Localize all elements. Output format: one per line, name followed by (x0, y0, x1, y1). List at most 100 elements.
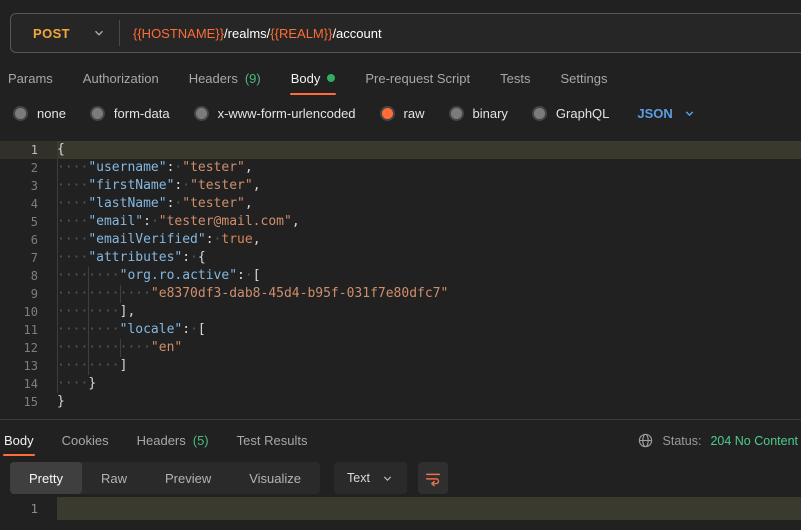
tab-label: Settings (560, 71, 607, 86)
request-tabs: Params Authorization Headers(9) Body Pre… (0, 60, 801, 96)
line-number: 9 (0, 285, 57, 303)
view-visualize[interactable]: Visualize (230, 462, 320, 494)
indent-guide (88, 357, 89, 375)
mode-graphql[interactable]: GraphQL (532, 106, 609, 121)
line-number: 6 (0, 231, 57, 249)
code-line[interactable]: 14····} (0, 375, 801, 393)
postman-request-window: POST {{HOSTNAME}}/realms/{{REALM}}/accou… (0, 0, 801, 530)
indent-guide (57, 375, 58, 393)
tab-label: Headers (189, 71, 238, 86)
tab-pre-request-script[interactable]: Pre-request Script (365, 60, 470, 96)
tab-label: Headers (137, 433, 186, 448)
line-number: 1 (0, 141, 57, 159)
response-tab-body[interactable]: Body (4, 424, 34, 457)
tab-label: Test Results (237, 433, 308, 448)
method-selector[interactable]: POST (11, 26, 119, 41)
indent-guide (57, 249, 58, 267)
indent-guide (57, 231, 58, 249)
indent-guide (88, 303, 89, 321)
text-wrap-icon (424, 469, 442, 487)
indent-guide (120, 285, 121, 303)
mode-label: raw (404, 106, 425, 121)
code-line[interactable]: 3····"firstName":·"tester", (0, 177, 801, 195)
format-dropdown[interactable]: Text (334, 462, 407, 494)
globe-icon[interactable] (637, 432, 654, 449)
indent-guide (57, 357, 58, 375)
view-preview[interactable]: Preview (146, 462, 230, 494)
language-selector[interactable]: JSON (637, 106, 695, 121)
indent-guide (57, 213, 58, 231)
tab-label: Body (291, 71, 321, 86)
mode-label: none (37, 106, 66, 121)
tab-label: Tests (500, 71, 530, 86)
code-line[interactable]: 2····"username":·"tester", (0, 159, 801, 177)
response-tab-cookies[interactable]: Cookies (62, 424, 109, 457)
code-line[interactable]: 9············"e8370df3-dab8-45d4-b95f-03… (0, 285, 801, 303)
indent-guide (57, 285, 58, 303)
mode-label: form-data (114, 106, 170, 121)
mode-label: GraphQL (556, 106, 609, 121)
code-line[interactable]: 1{ (0, 141, 801, 159)
code-line[interactable]: 4····"lastName":·"tester", (0, 195, 801, 213)
request-body-editor[interactable]: 1{2····"username":·"tester",3····"firstN… (0, 141, 801, 411)
url-input[interactable]: {{HOSTNAME}}/realms/{{REALM}}/account (120, 26, 382, 41)
line-number: 15 (0, 393, 57, 411)
code-line[interactable]: 12············"en" (0, 339, 801, 357)
radio-icon (532, 106, 547, 121)
response-body-editor[interactable]: 1 (0, 495, 801, 530)
view-pretty[interactable]: Pretty (10, 462, 82, 494)
indent-guide (88, 339, 89, 357)
line-number: 1 (0, 495, 57, 523)
code-line[interactable]: 7····"attributes":·{ (0, 249, 801, 267)
code-line[interactable]: 13········] (0, 357, 801, 375)
tab-body[interactable]: Body (291, 60, 336, 96)
url-part-hostname-var: {{HOSTNAME}} (133, 26, 224, 41)
tab-label: Pre-request Script (365, 71, 470, 86)
tab-settings[interactable]: Settings (560, 60, 607, 96)
code-line[interactable]: 6····"emailVerified":·true, (0, 231, 801, 249)
response-status-bar: Status: 204 No Content (637, 424, 801, 457)
tab-authorization[interactable]: Authorization (83, 60, 159, 96)
indent-guide (57, 177, 58, 195)
view-raw[interactable]: Raw (82, 462, 146, 494)
mode-binary[interactable]: binary (449, 106, 508, 121)
radio-selected-icon (380, 106, 395, 121)
response-code-line[interactable]: 1 (0, 495, 801, 523)
response-tabs: Body Cookies Headers(5) Test Results (0, 424, 601, 457)
line-number: 2 (0, 159, 57, 177)
chevron-down-icon (683, 107, 696, 120)
mode-x-www-form-urlencoded[interactable]: x-www-form-urlencoded (194, 106, 356, 121)
code-line[interactable]: 8········"org.ro.active":·[ (0, 267, 801, 285)
mode-none[interactable]: none (13, 106, 66, 121)
indent-guide (57, 321, 58, 339)
body-indicator-dot (327, 74, 335, 82)
code-line[interactable]: 5····"email":·"tester@mail.com", (0, 213, 801, 231)
indent-guide (57, 159, 58, 177)
line-number: 10 (0, 303, 57, 321)
radio-icon (194, 106, 209, 121)
mode-form-data[interactable]: form-data (90, 106, 170, 121)
code-line[interactable]: 10········], (0, 303, 801, 321)
code-line[interactable]: 15} (0, 393, 801, 411)
tab-label: Authorization (83, 71, 159, 86)
wrap-text-button[interactable] (418, 462, 448, 494)
url-part-realm-var: {{REALM}} (270, 26, 332, 41)
method-label: POST (33, 26, 70, 41)
mode-raw[interactable]: raw (380, 106, 425, 121)
mode-label: binary (473, 106, 508, 121)
response-tab-headers[interactable]: Headers(5) (137, 424, 209, 457)
response-tab-test-results[interactable]: Test Results (237, 424, 308, 457)
response-view-switcher: Pretty Raw Preview Visualize Text (10, 462, 448, 494)
tab-params[interactable]: Params (8, 60, 53, 96)
view-segment-group: Pretty Raw Preview Visualize (10, 462, 320, 494)
indent-guide (57, 339, 58, 357)
response-selected-line-highlight (57, 497, 801, 520)
line-number: 14 (0, 375, 57, 393)
indent-guide (88, 267, 89, 285)
tab-headers[interactable]: Headers(9) (189, 60, 261, 96)
url-part-path2: /account (332, 26, 381, 41)
code-line[interactable]: 11········"locale":·[ (0, 321, 801, 339)
tab-tests[interactable]: Tests (500, 60, 530, 96)
line-number: 12 (0, 339, 57, 357)
indent-guide (88, 285, 89, 303)
